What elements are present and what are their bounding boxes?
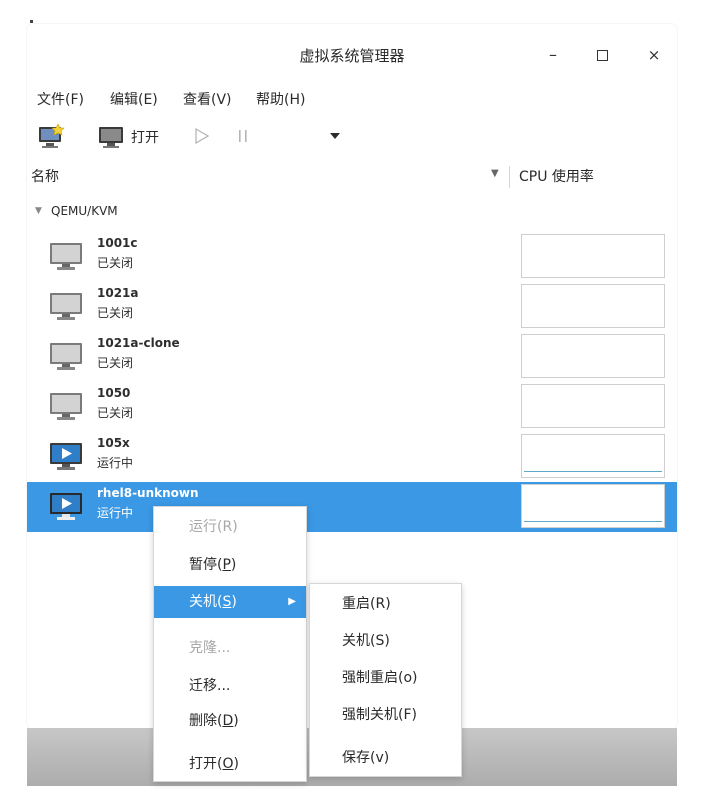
vm-status: 运行中 [97, 456, 134, 470]
vm-off-icon [50, 243, 82, 270]
connection-group-row[interactable]: ▼ QEMU/KVM [27, 202, 677, 224]
new-vm-button[interactable] [37, 122, 67, 150]
cpu-usage-graph [521, 284, 665, 328]
vm-row[interactable]: 1021a 已关闭 [27, 282, 677, 332]
cpu-usage-graph [521, 434, 665, 478]
open-label: 打开 [131, 130, 159, 146]
vm-status: 已关闭 [97, 256, 134, 270]
menu-bar: 文件(F) 编辑(E) 查看(V) 帮助(H) [27, 86, 677, 114]
vm-status: 运行中 [97, 506, 134, 520]
open-button[interactable]: 打开 [97, 122, 177, 150]
play-icon [195, 127, 210, 145]
new-vm-icon [39, 123, 65, 148]
close-button[interactable]: × [641, 42, 667, 68]
cpu-usage-line [524, 470, 662, 472]
sort-arrow-icon[interactable]: ▼ [491, 168, 499, 179]
menu-item-shutdown[interactable]: 关机(S) ▶ [154, 586, 306, 618]
menu-edit[interactable]: 编辑(E) [110, 89, 158, 109]
vm-off-icon [50, 393, 82, 420]
submenu-item-force-reset[interactable]: 强制重启(o) [310, 660, 461, 696]
vm-status: 已关闭 [97, 306, 134, 320]
vm-row[interactable]: 105x 运行中 [27, 432, 677, 482]
run-button[interactable] [193, 126, 211, 146]
column-separator[interactable] [509, 166, 510, 188]
vm-off-icon [50, 343, 82, 370]
menu-item-clone: 克隆... [189, 640, 231, 656]
menu-item-shutdown-label: 关机(S) [189, 594, 237, 610]
menu-item-run: 运行(R) [189, 519, 238, 535]
submenu-item-shutdown[interactable]: 关机(S) [310, 623, 461, 659]
shutdown-dropdown-button[interactable] [327, 128, 343, 144]
shutdown-submenu: 重启(R) 关机(S) 强制重启(o) 强制关机(F) 保存(v) [309, 583, 462, 777]
vm-row-selected[interactable]: rhel8-unknown 运行中 [27, 482, 677, 532]
vm-context-menu: 运行(R) 暂停(P) 关机(S) ▶ 克隆... 迁移... 删除(D) 打开… [153, 506, 307, 782]
column-cpu-usage[interactable]: CPU 使用率 [519, 166, 594, 186]
vm-off-icon [50, 293, 82, 320]
maximize-icon [596, 50, 608, 61]
vm-row[interactable]: 1001c 已关闭 [27, 232, 677, 282]
vm-name: 1021a [97, 286, 139, 300]
menu-help[interactable]: 帮助(H) [256, 89, 305, 109]
column-name[interactable]: 名称 [31, 166, 59, 186]
menu-item-pause[interactable]: 暂停(P) [154, 549, 306, 581]
vm-running-icon [50, 493, 82, 520]
submenu-item-save[interactable]: 保存(v) [310, 740, 461, 776]
submenu-item-force-off[interactable]: 强制关机(F) [310, 697, 461, 733]
pause-icon [239, 130, 247, 142]
cpu-usage-graph [521, 484, 665, 528]
monitor-icon [99, 127, 123, 148]
window-title: 虚拟系统管理器 [299, 47, 405, 65]
vm-row[interactable]: 1050 已关闭 [27, 382, 677, 432]
expander-icon[interactable]: ▼ [35, 206, 42, 216]
caret-down-icon [330, 133, 340, 139]
vm-running-icon [50, 443, 82, 470]
vm-name: 1021a-clone [97, 336, 180, 350]
vm-status: 已关闭 [97, 406, 134, 420]
cpu-usage-line [524, 520, 662, 522]
title-bar: 虚拟系统管理器 – × [27, 24, 677, 86]
vm-name: rhel8-unknown [97, 486, 199, 500]
vm-name: 105x [97, 436, 130, 450]
menu-item-delete[interactable]: 删除(D) [154, 705, 306, 737]
vm-name: 1001c [97, 236, 138, 250]
submenu-arrow-icon: ▶ [288, 596, 296, 607]
cpu-usage-graph [521, 234, 665, 278]
window-corner-mark [30, 20, 33, 23]
menu-item-migrate[interactable]: 迁移... [154, 670, 306, 702]
vm-status: 已关闭 [97, 356, 134, 370]
pause-button[interactable] [235, 126, 253, 146]
cpu-usage-graph [521, 334, 665, 378]
menu-view[interactable]: 查看(V) [183, 89, 232, 109]
menu-file[interactable]: 文件(F) [37, 89, 84, 109]
toolbar: 打开 [27, 120, 677, 154]
vm-name: 1050 [97, 386, 131, 400]
cpu-usage-graph [521, 384, 665, 428]
vm-row[interactable]: 1021a-clone 已关闭 [27, 332, 677, 382]
menu-item-open[interactable]: 打开(O) [154, 748, 306, 780]
submenu-item-reboot[interactable]: 重启(R) [310, 586, 461, 622]
connection-label: QEMU/KVM [51, 204, 118, 218]
maximize-button[interactable] [589, 42, 615, 68]
column-header: 名称 ▼ CPU 使用率 [27, 164, 677, 190]
minimize-button[interactable]: – [540, 42, 566, 68]
